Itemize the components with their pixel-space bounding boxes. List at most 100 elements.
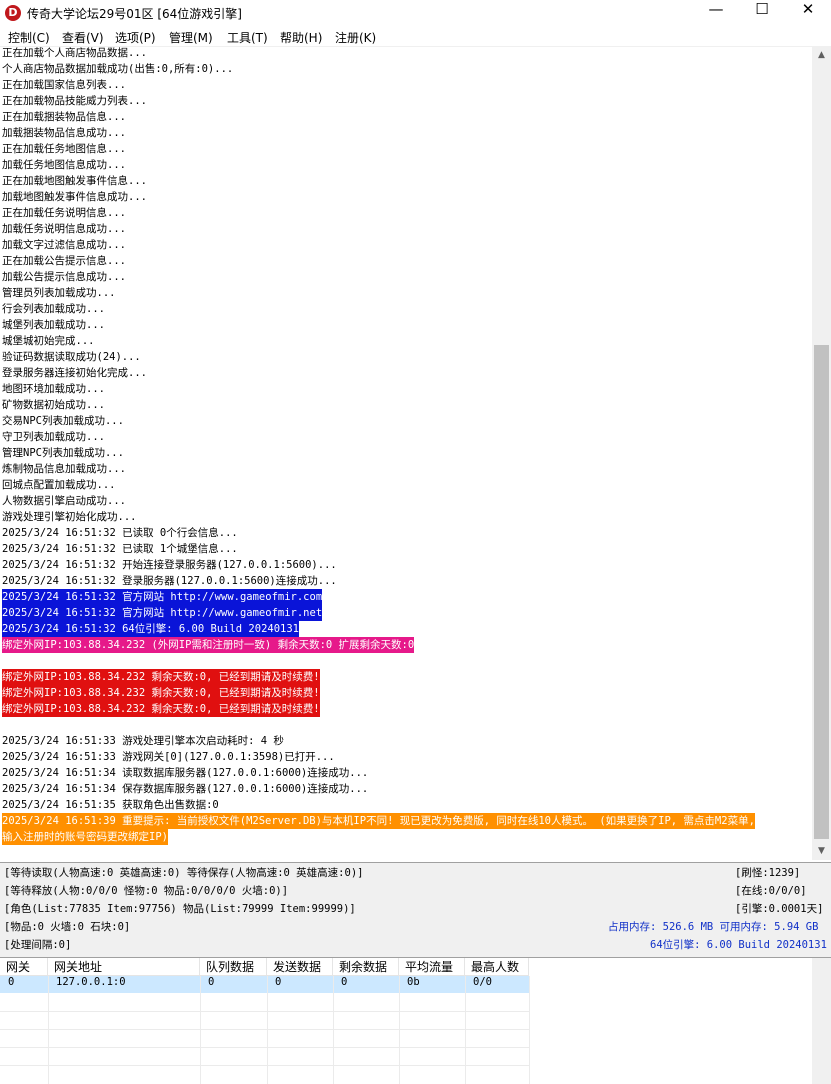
menu-manage[interactable]: 管理(M) — [169, 29, 213, 46]
log-line: 2025/3/24 16:51:32 官方网站 http://www.gameo… — [2, 589, 323, 605]
log-line: 2025/3/24 16:51:32 官方网站 http://www.gameo… — [2, 605, 323, 621]
menu-tools[interactable]: 工具(T) — [227, 29, 268, 46]
cell-gateway: 0 — [8, 976, 15, 988]
gateway-table: 网关 网关地址 队列数据 发送数据 剩余数据 平均流量 最高人数 0 127.0… — [0, 957, 831, 1084]
log-line: 2025/3/24 16:51:32 登录服务器(127.0.0.1:5600)… — [2, 575, 337, 587]
log-line: 正在加载任务地图信息... — [2, 143, 126, 155]
log-line: 行会列表加载成功... — [2, 303, 105, 315]
log-line: 游戏处理引擎初始化成功... — [2, 511, 137, 523]
grid-line — [399, 976, 400, 1084]
status-read-save: [等待读取(人物高速:0 英雄高速:0) 等待保存(人物高速:0 英雄高速:0)… — [4, 867, 364, 879]
cell-remaining-data: 0 — [341, 976, 348, 988]
log-line: 绑定外网IP:103.88.34.232 剩余天数:0, 已经到期请及时续费! — [2, 685, 320, 701]
status-engine-interval: [引擎:0.0001天] — [735, 903, 824, 915]
log-line: 正在加载地图触发事件信息... — [2, 175, 147, 187]
grid-line — [465, 976, 466, 1084]
column-header-queue-data[interactable]: 队列数据 — [200, 958, 267, 976]
menu-bar: 控制(C) 查看(V) 选项(P) 管理(M) 工具(T) 帮助(H) 注册(K… — [0, 27, 831, 47]
log-line: 城堡列表加载成功... — [2, 319, 105, 331]
maximize-button[interactable]: ☐ — [739, 0, 785, 27]
table-row[interactable]: 0 127.0.0.1:0 0 0 0 0b 0/0 — [0, 976, 529, 993]
log-line: 正在加载公告提示信息... — [2, 255, 126, 267]
log-line: 2025/3/24 16:51:39 重要提示: 当前授权文件(M2Server… — [2, 813, 755, 829]
log-line: 加载文字过滤信息成功... — [2, 239, 126, 251]
log-line: 绑定外网IP:103.88.34.232 剩余天数:0, 已经到期请及时续费! — [2, 669, 320, 685]
menu-register[interactable]: 注册(K) — [335, 29, 376, 46]
column-header-gateway[interactable]: 网关 — [0, 958, 48, 976]
column-header-remaining-data[interactable]: 剩余数据 — [333, 958, 399, 976]
close-button[interactable]: ✕ — [785, 0, 831, 27]
cell-gateway-address: 127.0.0.1:0 — [56, 976, 126, 988]
column-header-sent-data[interactable]: 发送数据 — [267, 958, 333, 976]
main-window: D 传奇大学论坛29号01区 [64位游戏引擎] — ☐ ✕ 控制(C) 查看(… — [0, 0, 831, 1084]
minimize-button[interactable]: — — [693, 0, 739, 27]
grid-line — [0, 1011, 529, 1012]
status-online: [在线:0/0/0] — [735, 885, 807, 897]
cell-queue-data: 0 — [208, 976, 215, 988]
menu-help[interactable]: 帮助(H) — [280, 29, 322, 46]
window-title: 传奇大学论坛29号01区 [64位游戏引擎] — [27, 7, 242, 21]
status-refresh-monster: [刷怪:1239] — [735, 867, 801, 879]
log-line: 炼制物品信息加载成功... — [2, 463, 126, 475]
log-line: 加载地图触发事件信息成功... — [2, 191, 147, 203]
title-bar[interactable]: D 传奇大学论坛29号01区 [64位游戏引擎] — ☐ ✕ — [0, 0, 831, 27]
grid-line — [0, 1029, 529, 1030]
column-header-max-users[interactable]: 最高人数 — [465, 958, 529, 976]
log-line: 加载公告提示信息成功... — [2, 271, 126, 283]
log-line: 2025/3/24 16:51:35 获取角色出售数据:0 — [2, 799, 219, 811]
scrollbar-thumb[interactable] — [814, 345, 829, 839]
scroll-up-arrow-icon[interactable]: ▲ — [812, 47, 831, 64]
status-memory: 占用内存: 526.6 MB 可用内存: 5.94 GB — [608, 921, 819, 933]
grid-line — [0, 1047, 529, 1048]
log-line: 2025/3/24 16:51:34 读取数据库服务器(127.0.0.1:60… — [2, 767, 369, 779]
log-line: 管理NPC列表加载成功... — [2, 447, 124, 459]
log-line: 人物数据引擎启动成功... — [2, 495, 126, 507]
log-line: 2025/3/24 16:51:33 游戏网关[0](127.0.0.1:359… — [2, 751, 335, 763]
status-engine-version: 64位引擎: 6.00 Build 20240131 — [650, 939, 827, 951]
grid-line — [48, 976, 49, 1084]
grid-line — [267, 976, 268, 1084]
status-interval: [处理间隔:0] — [4, 939, 72, 951]
log-line: 加载任务说明信息成功... — [2, 223, 126, 235]
log-line: 正在加载任务说明信息... — [2, 207, 126, 219]
menu-view[interactable]: 查看(V) — [62, 29, 104, 46]
menu-options[interactable]: 选项(P) — [115, 29, 156, 46]
scroll-down-arrow-icon[interactable]: ▼ — [812, 843, 831, 860]
log-line: 2025/3/24 16:51:32 开始连接登录服务器(127.0.0.1:5… — [2, 559, 337, 571]
log-line: 地图环境加载成功... — [2, 383, 105, 395]
log-line: 2025/3/24 16:51:33 游戏处理引擎本次启动耗时: 4 秒 — [2, 735, 284, 747]
log-line: 交易NPC列表加载成功... — [2, 415, 124, 427]
log-scrollbar[interactable]: ▲ ▼ — [812, 47, 831, 860]
log-line: 正在加载个人商店物品数据... — [2, 47, 147, 59]
log-output[interactable]: 正在加载个人商店物品数据... 个人商店物品数据加载成功(出售:0,所有:0)..… — [0, 47, 812, 860]
log-line: 绑定外网IP:103.88.34.232 (外网IP需和注册时一致) 剩余天数:… — [2, 637, 415, 653]
app-logo-icon: D — [5, 5, 21, 21]
log-line: 正在加载国家信息列表... — [2, 79, 126, 91]
menu-control[interactable]: 控制(C) — [8, 29, 50, 46]
grid-line — [333, 976, 334, 1084]
grid-line — [0, 1065, 529, 1066]
cell-avg-traffic: 0b — [407, 976, 420, 988]
log-line: 回城点配置加载成功... — [2, 479, 116, 491]
table-scrollbar[interactable] — [812, 958, 831, 1084]
log-line: 管理员列表加载成功... — [2, 287, 116, 299]
status-role-items: [角色(List:77835 Item:97756) 物品(List:79999… — [4, 903, 356, 915]
log-line: 正在加载捆装物品信息... — [2, 111, 126, 123]
log-line: 矿物数据初始成功... — [2, 399, 105, 411]
log-line: 守卫列表加载成功... — [2, 431, 105, 443]
status-release: [等待释放(人物:0/0/0 怪物:0 物品:0/0/0/0 火墙:0)] — [4, 885, 289, 897]
column-header-gateway-address[interactable]: 网关地址 — [48, 958, 200, 976]
log-line: 2025/3/24 16:51:34 保存数据库服务器(127.0.0.1:60… — [2, 783, 369, 795]
log-line: 绑定外网IP:103.88.34.232 剩余天数:0, 已经到期请及时续费! — [2, 701, 320, 717]
grid-line — [200, 976, 201, 1084]
log-line: 登录服务器连接初始化完成... — [2, 367, 147, 379]
log-line: 正在加载物品技能威力列表... — [2, 95, 147, 107]
column-header-avg-traffic[interactable]: 平均流量 — [399, 958, 465, 976]
log-line: 城堡城初始完成... — [2, 335, 95, 347]
log-line: 个人商店物品数据加载成功(出售:0,所有:0)... — [2, 63, 234, 75]
log-line: 输入注册时的账号密码更改绑定IP) — [2, 829, 168, 845]
cell-max-users: 0/0 — [473, 976, 492, 988]
log-line: 加载捆装物品信息成功... — [2, 127, 126, 139]
grid-line — [529, 976, 530, 1084]
log-line: 加载任务地图信息成功... — [2, 159, 126, 171]
